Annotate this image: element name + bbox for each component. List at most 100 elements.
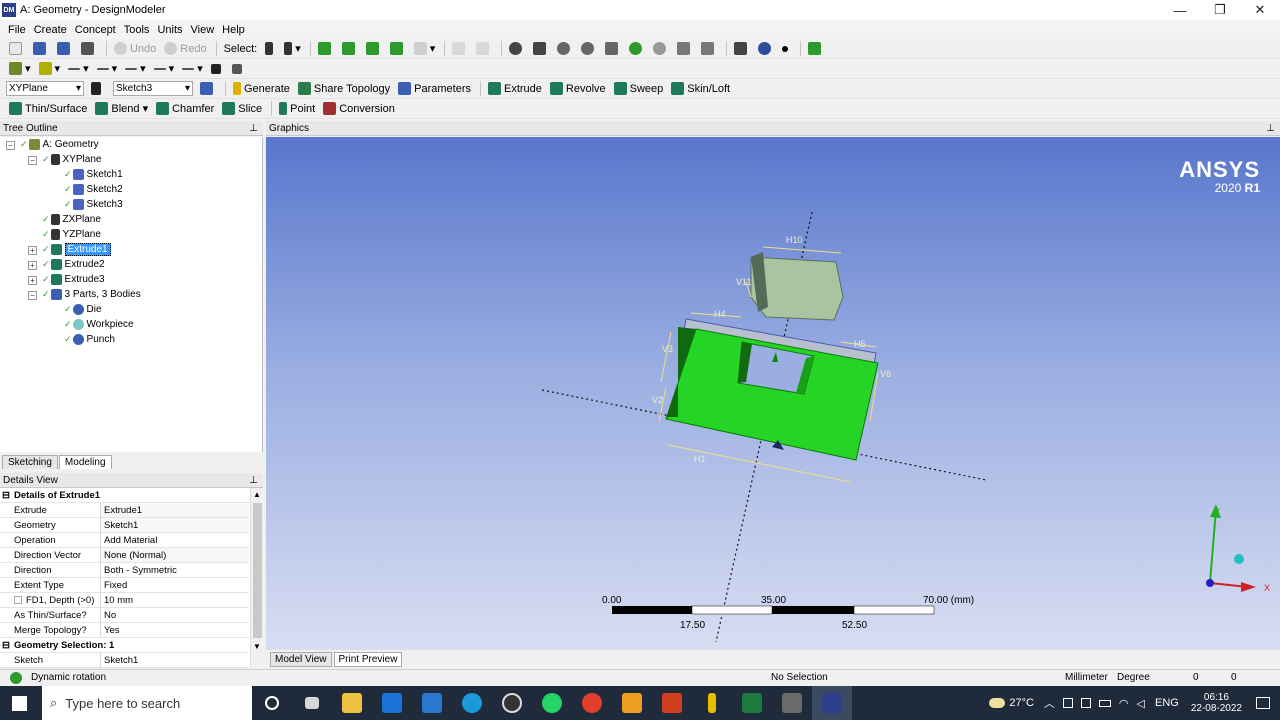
graphics-viewport[interactable]: ANSYS 2020 R1 H10 V11 H4 H5 V3 V2 V6 H1 … [266,137,1280,650]
spline-tool-icon[interactable]: ▾ [151,60,178,77]
new-sketch-button-icon[interactable] [197,80,219,97]
point-button[interactable]: Point [276,100,318,117]
details-group-header[interactable]: ⊟ Details of Extrude1 [0,488,249,503]
zoom-out-icon[interactable] [650,40,672,57]
battery-icon[interactable] [1098,699,1111,707]
look-at-icon[interactable] [805,40,827,57]
file-explorer-icon[interactable] [332,686,372,720]
task-view-icon[interactable] [292,686,332,720]
chamfer-button[interactable]: Chamfer [153,100,217,117]
select-points-icon[interactable] [315,40,337,57]
designmodeler-taskbar-icon[interactable] [812,686,852,720]
details-value[interactable]: Yes [101,623,249,637]
tree-item-geometry[interactable]: ✓ A: Geometry [20,137,99,152]
plane-tool-icon[interactable] [229,60,248,77]
details-value[interactable]: Sketch1 [101,518,249,532]
tree-item-extrude2[interactable]: ✓ Extrude2 [42,257,105,272]
pan-icon[interactable] [530,40,552,57]
cortana-icon[interactable] [252,686,292,720]
select-mode-icon[interactable] [262,40,279,57]
conversion-button[interactable]: Conversion [320,100,398,117]
menu-file[interactable]: File [8,24,26,36]
details-value[interactable]: Fixed [101,578,249,592]
details-row[interactable]: As Thin/Surface? No [0,608,249,623]
zoom-icon[interactable] [554,40,576,57]
tree-item-extrude1[interactable]: ✓ Extrude1 [42,242,111,257]
details-value[interactable]: 10 mm [101,593,249,607]
maximize-button[interactable]: ❐ [1200,0,1240,20]
weather-temp[interactable]: 27°C [1009,697,1034,709]
word-icon[interactable] [772,686,812,720]
chrome-icon[interactable] [572,686,612,720]
isometric-icon[interactable] [731,40,753,57]
details-row[interactable]: Direction Both - Symmetric [0,563,249,578]
details-row[interactable]: FD1, Depth (>0) 10 mm [0,593,249,608]
details-row[interactable]: Operation Add Material [0,533,249,548]
tree-item-sketch2[interactable]: ✓ Sketch2 [64,182,123,197]
details-value[interactable]: None (Normal) [101,548,249,562]
status-angle[interactable]: Degree [1117,672,1150,683]
tree-item-zxplane[interactable]: ✓ ZXPlane [42,212,101,227]
save-as-icon[interactable] [54,40,76,57]
punch-body[interactable] [750,252,844,321]
generate-button[interactable]: Generate [230,80,293,97]
rotate-icon[interactable] [506,40,528,57]
model-canvas[interactable]: H10 V11 H4 H5 V3 V2 V6 H1 0.00 35.00 70.… [266,137,1280,650]
pin-icon[interactable]: ⊥ [249,475,258,486]
details-row[interactable]: Direction Vector None (Normal) [0,548,249,563]
thin-surface-button[interactable]: Thin/Surface [6,100,90,117]
box-select-icon[interactable] [449,40,471,57]
zoom-fit-icon[interactable] [602,40,624,57]
select-bodies-icon[interactable] [387,40,409,57]
next-view-icon[interactable] [698,40,720,57]
scroll-up-icon[interactable]: ▲ [251,488,263,501]
save-icon[interactable] [30,40,52,57]
menu-units[interactable]: Units [157,24,182,36]
details-value[interactable]: Extrude1 [101,503,249,517]
screenshot-icon[interactable] [78,40,100,57]
plane-select[interactable]: XYPlane ▾ [6,81,84,96]
minimize-button[interactable]: — [1160,0,1200,20]
expand-icon[interactable]: + [28,261,37,270]
store-icon[interactable] [412,686,452,720]
tab-sketching[interactable]: Sketching [2,455,58,469]
status-units[interactable]: Millimeter [1065,672,1108,683]
box-select2-icon[interactable] [473,40,495,57]
box-zoom-icon[interactable] [578,40,600,57]
pin-icon[interactable]: ⊥ [1266,123,1275,134]
menu-create[interactable]: Create [34,24,67,36]
close-button[interactable]: ✕ [1240,0,1280,20]
details-row[interactable]: Merge Topology? Yes [0,623,249,638]
previous-view-icon[interactable] [674,40,696,57]
share-topology-button[interactable]: Share Topology [295,80,393,97]
whatsapp-icon[interactable] [532,686,572,720]
tray-icon[interactable] [1062,698,1073,708]
wifi-icon[interactable]: ◠ [1119,697,1129,710]
menu-view[interactable]: View [191,24,215,36]
polyline-tool-icon[interactable]: ▾ [94,60,121,77]
details-value[interactable]: No [101,608,249,622]
sketch-select[interactable]: Sketch3 ▾ [113,81,193,96]
collapse-icon[interactable]: − [28,291,37,300]
tree-item-parts[interactable]: ✓ 3 Parts, 3 Bodies [42,287,141,302]
taskbar-search-box[interactable]: ⌕ Type here to search [42,686,252,720]
details-row[interactable]: Extrude Extrude1 [0,503,249,518]
volume-icon[interactable]: ◁ [1137,697,1145,710]
collapse-icon[interactable]: ⊟ [2,490,10,501]
tree-item-xyplane[interactable]: ✓ XYPlane [42,152,101,167]
app-icon-red[interactable] [652,686,692,720]
tree-item-punch[interactable]: ✓ Punch [64,332,115,347]
tab-model-view[interactable]: Model View [270,651,332,667]
tree-item-sketch1[interactable]: ✓ Sketch1 [64,167,123,182]
menu-tools[interactable]: Tools [124,24,150,36]
parameter-checkbox[interactable] [14,596,22,604]
details-row[interactable]: Geometry Sketch1 [0,518,249,533]
select-filter-icon[interactable]: ▾ [281,40,304,57]
clock[interactable]: 06:16 22-08-2022 [1191,692,1242,714]
redo-button[interactable]: Redo [161,40,209,57]
details-scrollbar[interactable]: ▲ ▼ [250,488,263,667]
select-edges-icon[interactable] [339,40,361,57]
zoom-in-icon[interactable] [626,40,648,57]
scroll-down-icon[interactable]: ▼ [251,640,263,653]
tray-up-icon[interactable]: ︿ [1044,695,1055,711]
